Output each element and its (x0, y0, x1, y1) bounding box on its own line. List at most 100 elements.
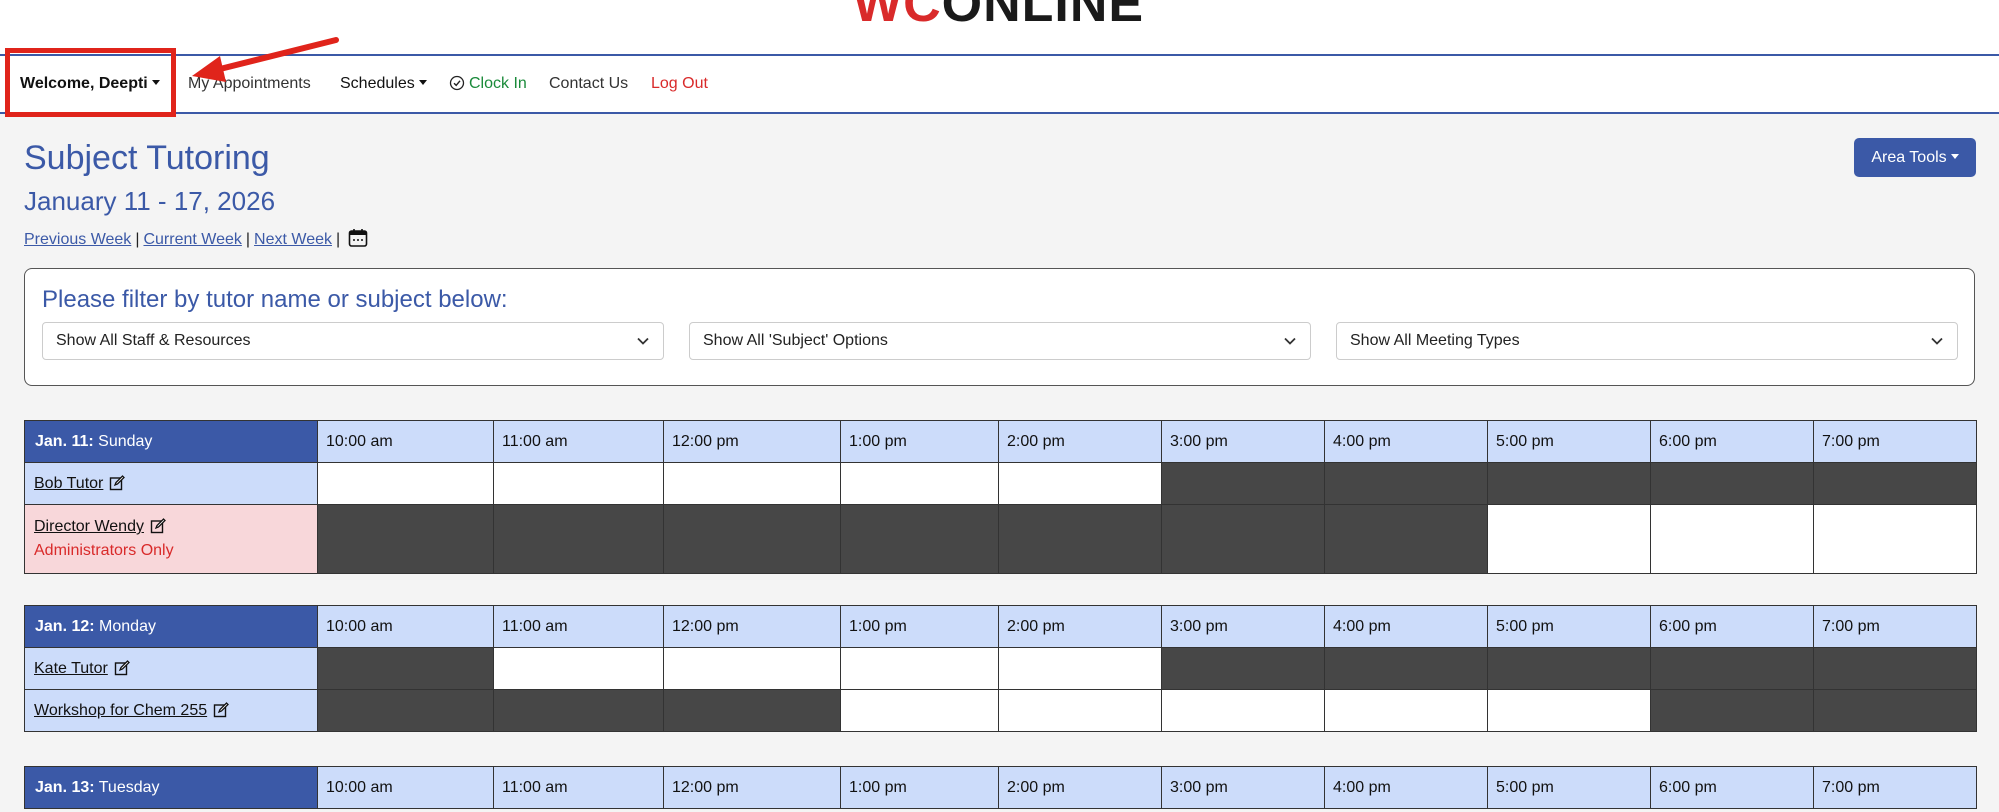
open-slot[interactable] (840, 647, 999, 690)
unavailable-slot (840, 504, 999, 574)
open-slot[interactable] (317, 462, 494, 505)
open-slot[interactable] (1161, 689, 1325, 732)
tutor-name-link[interactable]: Bob Tutor (34, 475, 103, 492)
unavailable-slot (1813, 647, 1977, 690)
unavailable-slot (317, 504, 494, 574)
next-week-link[interactable]: Next Week (254, 231, 332, 248)
time-header: 3:00 pm (1161, 605, 1325, 648)
tutor-name-link[interactable]: Workshop for Chem 255 (34, 702, 207, 719)
time-header: 3:00 pm (1161, 766, 1325, 809)
time-header: 5:00 pm (1487, 766, 1651, 809)
calendar-icon[interactable] (348, 228, 368, 248)
unavailable-slot (1650, 647, 1814, 690)
day-label: Jan. 13: Tuesday (24, 766, 318, 809)
logo-wc: WC (853, 0, 942, 33)
day-date: Jan. 13: (35, 778, 95, 796)
area-tools-label: Area Tools (1871, 149, 1947, 166)
open-slot[interactable] (1813, 504, 1977, 574)
time-header: 11:00 am (493, 766, 664, 809)
staff-filter-value: Show All Staff & Resources (56, 332, 251, 349)
unavailable-slot (1161, 647, 1325, 690)
current-week-link[interactable]: Current Week (143, 231, 241, 248)
tutor-row: Director Wendy Administrators Only (24, 504, 1977, 574)
open-slot[interactable] (1650, 504, 1814, 574)
unavailable-slot (663, 504, 841, 574)
tutor-row: Workshop for Chem 255 (24, 689, 1977, 732)
time-header: 2:00 pm (998, 605, 1162, 648)
tutor-cell: Director Wendy Administrators Only (24, 504, 318, 574)
unavailable-slot (493, 689, 664, 732)
log-out-link[interactable]: Log Out (651, 74, 708, 94)
previous-week-link[interactable]: Previous Week (24, 231, 131, 248)
filter-heading: Please filter by tutor name or subject b… (42, 286, 508, 313)
open-slot[interactable] (493, 462, 664, 505)
open-slot[interactable] (493, 647, 664, 690)
chevron-down-icon (1284, 337, 1296, 345)
page-title: Subject Tutoring (24, 139, 270, 177)
wconline-logo: WCONLINE (853, 0, 1144, 30)
unavailable-slot (1324, 647, 1488, 690)
time-header: 12:00 pm (663, 420, 841, 463)
open-slot[interactable] (1487, 504, 1651, 574)
tutor-name-link[interactable]: Director Wendy (34, 518, 144, 535)
day-date: Jan. 11: (35, 432, 94, 450)
unavailable-slot (317, 647, 494, 690)
tutor-row: Bob Tutor (24, 462, 1977, 505)
unavailable-slot (1161, 462, 1325, 505)
time-header: 5:00 pm (1487, 605, 1651, 648)
contact-us-link[interactable]: Contact Us (549, 74, 628, 94)
time-header: 10:00 am (317, 605, 494, 648)
edit-icon[interactable] (114, 659, 130, 676)
unavailable-slot (493, 504, 664, 574)
area-tools-button[interactable]: Area Tools (1854, 138, 1976, 177)
tutor-row: Kate Tutor (24, 647, 1977, 690)
schedules-label: Schedules (340, 75, 415, 92)
time-header: 4:00 pm (1324, 605, 1488, 648)
meeting-type-filter-value: Show All Meeting Types (1350, 332, 1520, 349)
tutor-cell: Bob Tutor (24, 462, 318, 505)
schedules-menu[interactable]: Schedules (340, 74, 427, 94)
open-slot[interactable] (1324, 689, 1488, 732)
clock-in-label: Clock In (469, 75, 527, 92)
week-navigation: Previous Week | Current Week | Next Week | (24, 228, 368, 250)
time-header: 1:00 pm (840, 605, 999, 648)
subject-filter-value: Show All 'Subject' Options (703, 332, 888, 349)
open-slot[interactable] (998, 647, 1162, 690)
day-schedule-table: Jan. 13: Tuesday 10:00 am 11:00 am 12:00 pm… (24, 766, 1977, 809)
open-slot[interactable] (663, 462, 841, 505)
caret-down-icon (418, 80, 427, 86)
day-header-row: Jan. 11: Sunday 10:00 am 11:00 am 12:00 pm 1… (24, 420, 1977, 463)
day-weekday: Monday (99, 617, 156, 635)
day-date: Jan. 12: (35, 617, 95, 635)
edit-icon[interactable] (150, 518, 166, 534)
time-header: 7:00 pm (1813, 605, 1977, 648)
clock-in-link[interactable]: Clock In (449, 74, 527, 94)
open-slot[interactable] (998, 689, 1162, 732)
open-slot[interactable] (663, 647, 841, 690)
open-slot[interactable] (998, 462, 1162, 505)
time-header: 4:00 pm (1324, 766, 1488, 809)
chevron-down-icon (1931, 337, 1943, 345)
unavailable-slot (1487, 462, 1651, 505)
day-schedule-table: Jan. 11: Sunday 10:00 am 11:00 am 12:00 pm 1… (24, 420, 1977, 574)
unavailable-slot (1324, 504, 1488, 574)
staff-filter-select[interactable]: Show All Staff & Resources (42, 322, 664, 360)
edit-icon[interactable] (109, 474, 126, 491)
logo-online: ONLINE (941, 0, 1145, 33)
open-slot[interactable] (840, 689, 999, 732)
restriction-note: Administrators Only (34, 542, 174, 559)
unavailable-slot (1813, 689, 1977, 732)
subject-filter-select[interactable]: Show All 'Subject' Options (689, 322, 1311, 360)
time-header: 1:00 pm (840, 766, 999, 809)
tutor-cell: Workshop for Chem 255 (24, 689, 318, 732)
open-slot[interactable] (1487, 689, 1651, 732)
date-range: January 11 - 17, 2026 (24, 186, 276, 216)
meeting-type-filter-select[interactable]: Show All Meeting Types (1336, 322, 1958, 360)
tutor-cell: Kate Tutor (24, 647, 318, 690)
day-header-row: Jan. 13: Tuesday 10:00 am 11:00 am 12:00 pm… (24, 766, 1977, 809)
day-schedule-table: Jan. 12: Monday 10:00 am 11:00 am 12:00 pm 1… (24, 605, 1977, 732)
edit-icon[interactable] (213, 701, 230, 718)
tutor-name-link[interactable]: Kate Tutor (34, 660, 108, 677)
time-header: 5:00 pm (1487, 420, 1651, 463)
open-slot[interactable] (840, 462, 999, 505)
